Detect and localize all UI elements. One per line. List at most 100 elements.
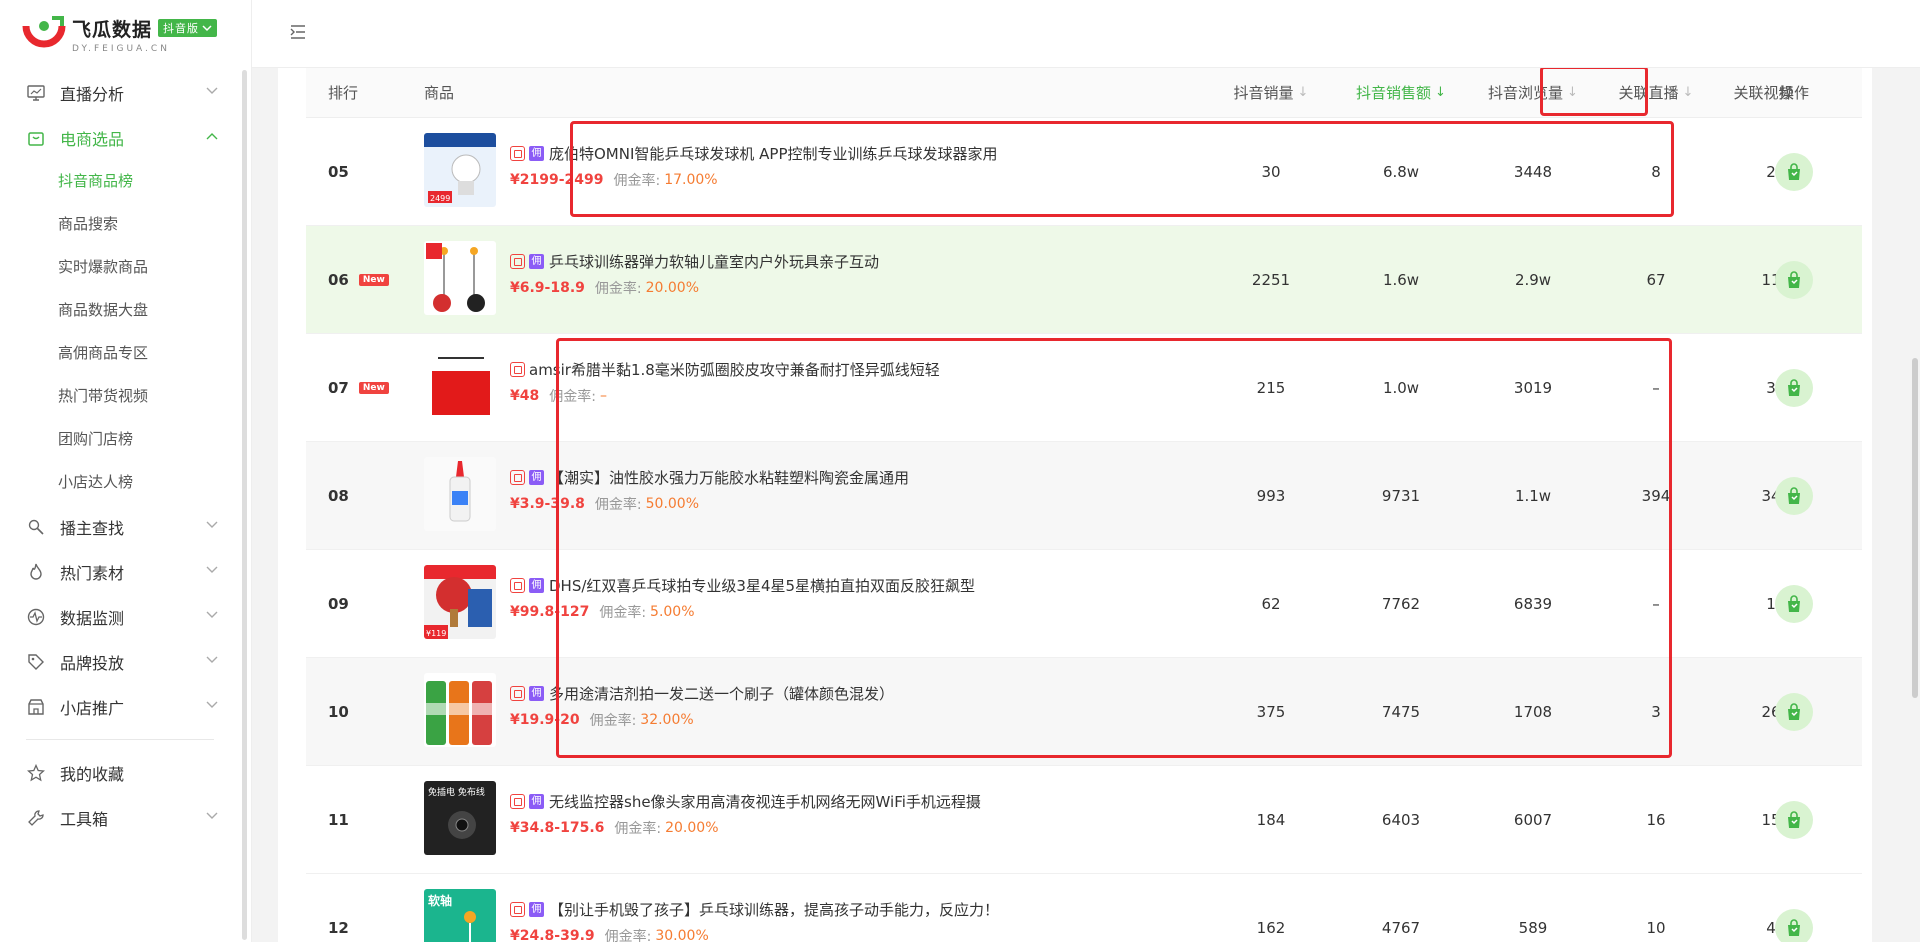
product-thumbnail[interactable]: 2499	[424, 133, 496, 207]
brand-logo[interactable]: 飞瓜数据 抖音版 DY.FEIGUA.CN	[22, 14, 218, 54]
table-body: 05 2499 佣庞伯特OMNI智能乒乓球发球机 APP控制专业训练乒乓球发球器家用…	[306, 118, 1862, 942]
add-to-cart-button[interactable]	[1775, 261, 1813, 299]
product-thumbnail[interactable]	[424, 673, 496, 747]
sidebar-subitem-group-store-rank[interactable]: 团购门店榜	[0, 418, 240, 461]
sidebar-subitem-hot-videos[interactable]: 热门带货视频	[0, 375, 240, 418]
product-thumbnail[interactable]: 软轴	[424, 889, 496, 942]
rank-number: 12	[328, 918, 349, 937]
sidebar-subitem-product-search[interactable]: 商品搜索	[0, 203, 240, 246]
add-to-cart-button[interactable]	[1775, 153, 1813, 191]
product-title[interactable]: 无线监控器she像头家用高清夜视连手机网络无网WiFi手机远程摄	[549, 791, 981, 812]
table-row[interactable]: 11 免插电 免布线佣无线监控器she像头家用高清夜视连手机网络无网WiFi手机远…	[306, 766, 1862, 874]
product-title-row[interactable]: 佣无线监控器she像头家用高清夜视连手机网络无网WiFi手机远程摄	[510, 791, 981, 812]
sidebar-item-toolbox[interactable]: 工具箱	[0, 795, 240, 840]
sidebar-item-brand-ads[interactable]: 品牌投放	[0, 639, 240, 684]
views-cell: 3448	[1513, 162, 1553, 181]
product-title-row[interactable]: 佣【别让手机毁了孩子】乒乓球训练器，提高孩子动手能力，反应力！	[510, 899, 999, 920]
table-row[interactable]: 09 ¥119 佣 DHS/红双喜乒乓球拍专业级3星4星5星横拍直拍双面反胶狂飙型 ¥9…	[306, 550, 1862, 658]
table-row[interactable]: 06 New 佣乒乓球训练器弹力软轴儿童室内户外玩具亲子互动 ¥6.9-18.9 佣金率…	[306, 226, 1862, 334]
product-title[interactable]: 【潮实】油性胶水强力万能胶水粘鞋塑料陶瓷金属通用	[549, 467, 909, 488]
rank-cell: 05	[328, 118, 349, 225]
chevron-down-icon	[202, 25, 212, 32]
sidebar-subitem-high-commission[interactable]: 高佣商品专区	[0, 332, 240, 375]
table-row[interactable]: 07 New amsir希腊半黏1.8毫米防弧圈胶皮攻守兼备耐打怪异弧线短轻 ¥48 佣…	[306, 334, 1862, 442]
header-sales[interactable]: 抖音销量 ↓	[1206, 68, 1336, 117]
sidebar-item-data-monitor[interactable]: 数据监测	[0, 594, 240, 639]
product-title[interactable]: 庞伯特OMNI智能乒乓球发球机 APP控制专业训练乒乓球发球器家用	[549, 143, 998, 164]
shopping-bag-icon	[1788, 163, 1800, 180]
sidebar-item-ecommerce[interactable]: 电商选品	[0, 115, 240, 160]
table-row[interactable]: 05 2499 佣庞伯特OMNI智能乒乓球发球机 APP控制专业训练乒乓球发球器家用…	[306, 118, 1862, 226]
product-thumbnail[interactable]: 免插电 免布线	[424, 781, 496, 855]
product-title-row[interactable]: 佣多用途清洁剂拍一发二送一个刷子（罐体颜色混发）	[510, 683, 894, 704]
version-badge[interactable]: 抖音版	[158, 19, 218, 37]
product-title[interactable]: 【别让手机毁了孩子】乒乓球训练器，提高孩子动手能力，反应力！	[549, 899, 999, 920]
sales-cell: 184	[1256, 810, 1286, 829]
product-title[interactable]: amsir希腊半黏1.8毫米防弧圈胶皮攻守兼备耐打怪异弧线短轻	[529, 359, 940, 380]
menu-collapse-icon[interactable]	[290, 24, 308, 40]
product-meta: ¥6.9-18.9 佣金率: 20.00%	[510, 278, 879, 298]
store-icon	[26, 697, 46, 717]
add-to-cart-button[interactable]	[1775, 369, 1813, 407]
product-title-row[interactable]: 佣乒乓球训练器弹力软轴儿童室内户外玩具亲子互动	[510, 251, 879, 272]
feigua-logo-icon	[22, 16, 66, 52]
commission-rate: 50.00%	[645, 496, 700, 512]
sidebar-scrollbar[interactable]	[242, 70, 247, 940]
sidebar-subitem-store-talent-rank[interactable]: 小店达人榜	[0, 461, 240, 504]
header-revenue[interactable]: 抖音销售额 ↓	[1336, 68, 1466, 117]
header-live-label: 关联直播	[1618, 84, 1679, 102]
brand-title: 飞瓜数据	[72, 18, 153, 41]
sidebar-item-favorites[interactable]: 我的收藏	[0, 750, 240, 795]
add-to-cart-button[interactable]	[1775, 477, 1813, 515]
sidebar-item-hot-material[interactable]: 热门素材	[0, 549, 240, 594]
douyin-shop-icon	[510, 254, 525, 269]
sidebar-subitem-douyin-product-rank[interactable]: 抖音商品榜	[0, 160, 240, 203]
table-row[interactable]: 08 佣【潮实】油性胶水强力万能胶水粘鞋塑料陶瓷金属通用 ¥3.9-39.8 佣金率:…	[306, 442, 1862, 550]
rank-cell: 10	[328, 658, 349, 765]
commission-rate-label: 佣金率:	[604, 929, 652, 942]
shopping-bag-icon	[1788, 595, 1800, 612]
product-title-row[interactable]: 佣庞伯特OMNI智能乒乓球发球机 APP控制专业训练乒乓球发球器家用	[510, 143, 998, 164]
add-to-cart-button[interactable]	[1775, 693, 1813, 731]
sidebar-subitem-realtime-hot[interactable]: 实时爆款商品	[0, 246, 240, 289]
add-to-cart-button[interactable]	[1775, 585, 1813, 623]
rank-number: 10	[328, 702, 349, 721]
add-to-cart-button[interactable]	[1775, 909, 1813, 942]
sales-cell: 993	[1256, 486, 1286, 505]
table-row[interactable]: 12 软轴佣【别让手机毁了孩子】乒乓球训练器，提高孩子动手能力，反应力！ ¥24.8…	[306, 874, 1862, 942]
product-thumbnail[interactable]	[424, 241, 496, 315]
sales-cell: 162	[1256, 918, 1286, 937]
sidebar-item-streamer-search[interactable]: 播主查找	[0, 504, 240, 549]
product-title[interactable]: 乒乓球训练器弹力软轴儿童室内户外玩具亲子互动	[549, 251, 879, 272]
add-to-cart-button[interactable]	[1775, 801, 1813, 839]
header-live[interactable]: 关联直播 ↓	[1601, 68, 1711, 117]
sales-cell: 375	[1256, 702, 1286, 721]
flame-icon	[26, 562, 46, 582]
rank-number: 06	[328, 270, 349, 289]
product-title-row[interactable]: 佣【潮实】油性胶水强力万能胶水粘鞋塑料陶瓷金属通用	[510, 467, 909, 488]
live-cell: 67	[1646, 270, 1666, 289]
product-thumbnail[interactable]	[424, 457, 496, 531]
sidebar-subitem-product-dashboard[interactable]: 商品数据大盘	[0, 289, 240, 332]
thumb-label-text: 软轴	[428, 893, 452, 908]
table-row[interactable]: 10 佣多用途清洁剂拍一发二送一个刷子（罐体颜色混发） ¥19.9-20 佣金率: 32…	[306, 658, 1862, 766]
product-title-row[interactable]: amsir希腊半黏1.8毫米防弧圈胶皮攻守兼备耐打怪异弧线短轻	[510, 359, 940, 380]
monitor-icon	[26, 83, 46, 103]
sidebar-item-label: 直播分析	[60, 84, 125, 104]
product-title[interactable]: DHS/红双喜乒乓球拍专业级3星4星5星横拍直拍双面反胶狂飙型	[549, 575, 975, 596]
product-thumbnail[interactable]	[424, 349, 496, 423]
shop-bag-icon	[26, 128, 46, 148]
sidebar-item-live-analysis[interactable]: 直播分析	[0, 70, 240, 115]
product-thumbnail[interactable]: ¥119	[424, 565, 496, 639]
product-title[interactable]: 多用途清洁剂拍一发二送一个刷子（罐体颜色混发）	[549, 683, 894, 704]
rank-cell: 12	[328, 874, 349, 942]
product-price: ¥3.9-39.8	[510, 496, 585, 512]
live-cell: 3	[1651, 702, 1661, 721]
tag-icon	[26, 652, 46, 672]
product-title-row[interactable]: 佣 DHS/红双喜乒乓球拍专业级3星4星5星横拍直拍双面反胶狂飙型	[510, 575, 975, 596]
header-views[interactable]: 抖音浏览量 ↓	[1468, 68, 1598, 117]
sidebar-item-store-promo[interactable]: 小店推广	[0, 684, 240, 729]
main-scrollbar[interactable]	[1912, 358, 1918, 698]
sidebar-item-label: 工具箱	[60, 809, 109, 829]
commission-rate-label: 佣金率:	[599, 605, 647, 621]
